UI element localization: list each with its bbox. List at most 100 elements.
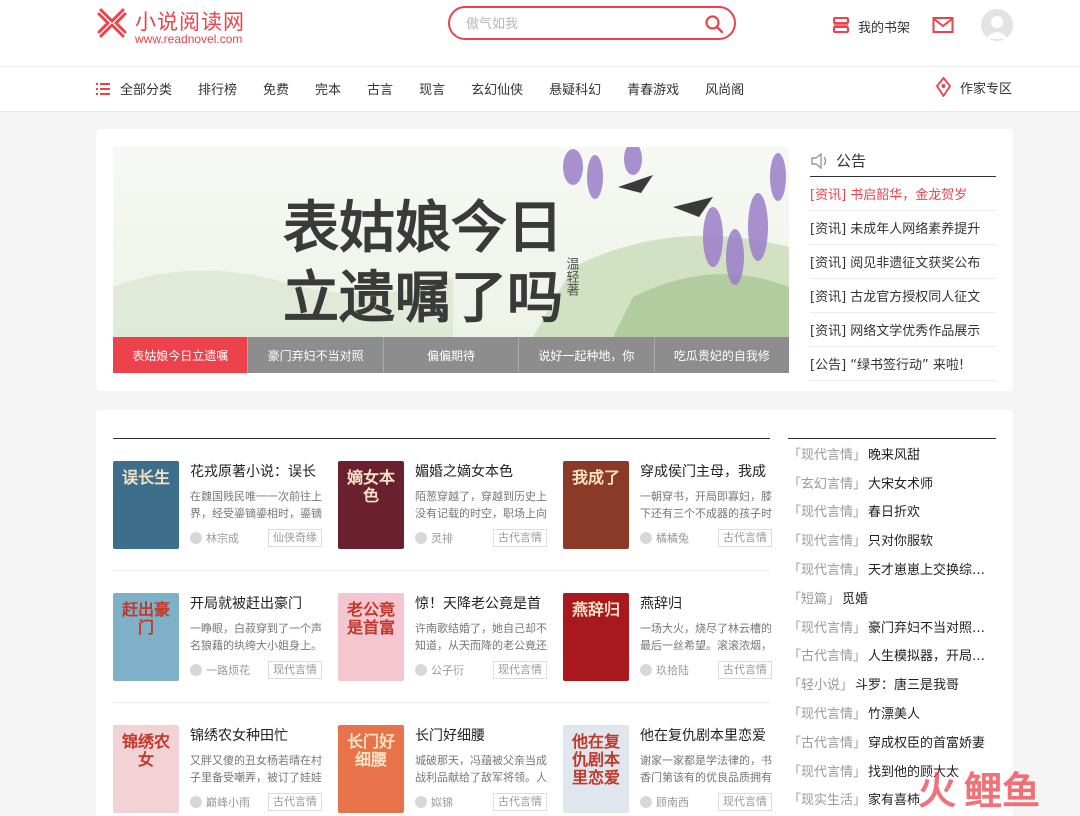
nav-item[interactable]: 古言	[367, 79, 393, 98]
rank-book-title[interactable]: 春日折欢	[868, 501, 920, 520]
notice-item[interactable]: [公告] “绿书签行动” 来啦!	[810, 347, 996, 381]
notice-item[interactable]: [资讯] 未成年人网络素养提升	[810, 211, 996, 245]
user-avatar[interactable]	[981, 9, 1013, 41]
nav-item[interactable]: 玄幻仙侠	[471, 79, 523, 98]
rank-book-title[interactable]: 豪门弃妇不当对照组后…	[868, 617, 996, 636]
author-name[interactable]: 橘橘兔	[656, 530, 689, 546]
genre-tag[interactable]: 古代言情	[718, 661, 772, 679]
nav-item[interactable]: 免费	[263, 79, 289, 98]
genre-tag[interactable]: 古代言情	[268, 793, 322, 811]
notice-item[interactable]: [资讯] 网络文学优秀作品展示	[810, 313, 996, 347]
genre-tag[interactable]: 古代言情	[493, 529, 547, 547]
rank-book-title[interactable]: 家有喜柿	[868, 789, 920, 808]
book-item[interactable]: 锦绣农女 锦绣农女种田忙 又胖又傻的丑女杨若晴在村子里备受嘲弄，被订了娃娃 巅峰小雨 古…	[113, 725, 322, 815]
author-name[interactable]: 灵排	[431, 530, 453, 546]
nav-item[interactable]: 青春游戏	[627, 79, 679, 98]
mail-icon[interactable]	[932, 16, 954, 34]
book-item[interactable]: 嫡女本色 媚婚之嫡女本色 陌葱穿越了，穿越到历史上没有记载的时空，职场上向 灵排 古代言…	[338, 461, 547, 551]
rank-item[interactable]: 「现代言情」 竹漂美人	[788, 698, 996, 727]
book-title[interactable]: 穿成侯门主母，我成	[640, 461, 772, 481]
book-item[interactable]: 赶出豪门 开局就被赶出豪门 一睁眼，白菽穿到了一个声名狼藉的纨绔大小姐身上。 一路烦花…	[113, 593, 322, 683]
notice-item[interactable]: [资讯] 古龙官方授权同人征文	[810, 279, 996, 313]
nav-item[interactable]: 完本	[315, 79, 341, 98]
author-name[interactable]: 公子衍	[431, 662, 464, 678]
book-cover[interactable]: 燕辞归	[563, 593, 629, 681]
my-bookshelf-link[interactable]: 我的书架	[832, 14, 910, 38]
genre-tag[interactable]: 古代言情	[493, 793, 547, 811]
book-item[interactable]: 燕辞归 燕辞归 一场大火，烧尽了林云槽的最后一丝希望。滚滚浓烟， 玖拾陆 古代言情	[563, 593, 772, 683]
author-name[interactable]: 姒锦	[431, 794, 453, 810]
all-categories-link[interactable]: 全部分类	[96, 79, 172, 98]
book-cover[interactable]: 我成了	[563, 461, 629, 549]
book-title[interactable]: 锦绣农女种田忙	[190, 725, 322, 745]
genre-tag[interactable]: 仙侠奇缘	[268, 529, 322, 547]
rank-book-title[interactable]: 人生模拟器，开局一宫女	[868, 645, 996, 664]
nav-item[interactable]: 悬疑科幻	[549, 79, 601, 98]
banner-tab[interactable]: 偏偏期待	[382, 337, 519, 373]
genre-tag[interactable]: 现代言情	[493, 661, 547, 679]
author-avatar-icon	[190, 532, 202, 544]
rank-item[interactable]: 「现代言情」天才崽崽上交换综艺考…	[788, 554, 996, 583]
banner-tab[interactable]: 吃瓜贵妃的自我修	[653, 337, 789, 373]
book-title[interactable]: 他在复仇剧本里恋爱	[640, 725, 772, 745]
book-cover[interactable]: 赶出豪门	[113, 593, 179, 681]
nav-item[interactable]: 风尚阁	[705, 79, 744, 98]
book-title[interactable]: 开局就被赶出豪门	[190, 593, 322, 613]
rank-item[interactable]: 「现代言情」豪门弃妇不当对照组后…	[788, 612, 996, 641]
rank-book-title[interactable]: 觅婚	[842, 588, 868, 607]
book-title[interactable]: 花戎原著小说：误长	[190, 461, 322, 481]
rank-book-title[interactable]: 大宋女术师	[868, 473, 933, 492]
banner-tab[interactable]: 表姑娘今日立遗嘱	[113, 337, 248, 373]
author-name[interactable]: 玖拾陆	[656, 662, 689, 678]
rank-item[interactable]: 「轻小说」 斗罗：唐三是我哥	[788, 669, 996, 698]
banner-image[interactable]: 表姑娘今日 立遗嘱了吗 温轻著	[113, 147, 789, 337]
site-logo[interactable]: 小说阅读网 www.readnovel.com	[95, 4, 275, 46]
book-title[interactable]: 燕辞归	[640, 593, 772, 613]
author-zone-link[interactable]: 作家专区	[935, 77, 1012, 97]
rank-item[interactable]: 「古代言情」 穿成权臣的首富娇妻	[788, 727, 996, 756]
notice-item[interactable]: [资讯] 书启韶华，金龙贺岁	[810, 177, 996, 211]
banner-carousel: 表姑娘今日 立遗嘱了吗 温轻著 表姑娘今日立遗嘱 豪门弃妇不当对照 偏偏期待 说好一起…	[113, 147, 789, 373]
book-title[interactable]: 惊！天降老公竟是首	[415, 593, 547, 613]
author-name[interactable]: 顾南西	[656, 794, 689, 810]
rank-book-title[interactable]: 晚来风甜	[868, 444, 920, 463]
rank-item[interactable]: 「现代言情」 晚来风甜	[788, 439, 996, 468]
author-name[interactable]: 林宗成	[206, 530, 239, 546]
book-cover[interactable]: 锦绣农女	[113, 725, 179, 813]
rank-item[interactable]: 「古代言情」人生模拟器，开局一宫女	[788, 641, 996, 670]
book-cover[interactable]: 老公竟是首富	[338, 593, 404, 681]
book-cover[interactable]: 他在复仇剧本里恋爱	[563, 725, 629, 813]
author-name[interactable]: 一路烦花	[206, 662, 250, 678]
book-item[interactable]: 他在复仇剧本里恋爱 他在复仇剧本里恋爱 谢家一家都是学法律的，书香门第该有的优良品质…	[563, 725, 772, 815]
book-cover[interactable]: 误长生	[113, 461, 179, 549]
banner-tab[interactable]: 豪门弃妇不当对照	[247, 337, 383, 373]
notice-item[interactable]: [资讯] 阅见非遗征文获奖公布	[810, 245, 996, 279]
rank-item[interactable]: 「现代言情」 春日折欢	[788, 497, 996, 526]
genre-tag[interactable]: 古代言情	[718, 529, 772, 547]
rank-book-title[interactable]: 竹漂美人	[868, 703, 920, 722]
rank-book-title[interactable]: 只对你服软	[868, 530, 933, 549]
book-cover[interactable]: 嫡女本色	[338, 461, 404, 549]
rank-book-title[interactable]: 斗罗：唐三是我哥	[855, 674, 959, 693]
rank-item[interactable]: 「现代言情」 只对你服软	[788, 525, 996, 554]
genre-tag[interactable]: 现代言情	[268, 661, 322, 679]
genre-tag[interactable]: 现代言情	[718, 793, 772, 811]
author-name[interactable]: 巅峰小雨	[206, 794, 250, 810]
book-item[interactable]: 长门好细腰 长门好细腰 城破那天，冯蕴被父亲当成战利品献给了敌军将领。人 姒锦 古代言情	[338, 725, 547, 815]
nav-item[interactable]: 排行榜	[198, 79, 237, 98]
book-item[interactable]: 我成了 穿成侯门主母，我成 一朝穿书，开局即寡妇，膝下还有三个不成器的孩子时 橘橘兔 古…	[563, 461, 772, 551]
search-input[interactable]	[466, 14, 686, 34]
book-item[interactable]: 老公竟是首富 惊！天降老公竟是首 许南歌结婚了，她自己却不知道，从天而降的老公竟还公…	[338, 593, 547, 683]
site-header: 小说阅读网 www.readnovel.com 我的书架	[0, 0, 1080, 112]
book-title[interactable]: 长门好细腰	[415, 725, 547, 745]
rank-item[interactable]: 「玄幻言情」 大宋女术师	[788, 468, 996, 497]
book-cover[interactable]: 长门好细腰	[338, 725, 404, 813]
rank-item[interactable]: 「短篇」 觅婚	[788, 583, 996, 612]
book-item[interactable]: 误长生 花戎原著小说：误长 在魏国贱民唯一一次前往上界，经受鎏镝鎏相时，鎏镝 林宗成 仙…	[113, 461, 322, 551]
rank-book-title[interactable]: 天才崽崽上交换综艺考…	[868, 559, 996, 578]
search-icon[interactable]	[704, 14, 724, 34]
nav-item[interactable]: 现言	[419, 79, 445, 98]
rank-book-title[interactable]: 穿成权臣的首富娇妻	[868, 732, 985, 751]
book-title[interactable]: 媚婚之嫡女本色	[415, 461, 547, 481]
banner-tab[interactable]: 说好一起种地，你	[518, 337, 654, 373]
